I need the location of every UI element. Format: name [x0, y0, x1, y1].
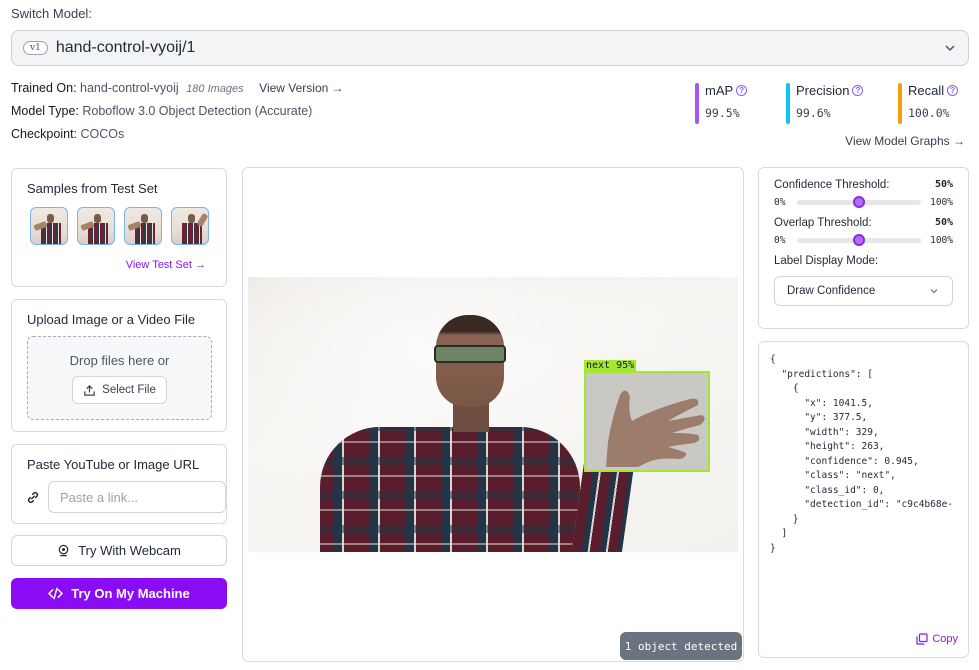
- slider-max-label: 100%: [930, 197, 953, 208]
- overlap-label: Overlap Threshold:: [774, 217, 872, 229]
- model-type-label: Model Type:: [11, 104, 79, 118]
- metric-map: mAP? 99.5%: [695, 83, 748, 124]
- metric-value: 99.6%: [796, 106, 831, 120]
- switch-model-label: Switch Model:: [11, 6, 92, 21]
- upload-title: Upload Image or a Video File: [27, 312, 196, 327]
- person-torso: [320, 427, 580, 552]
- link-icon: [28, 491, 38, 503]
- confidence-slider-handle[interactable]: [853, 196, 866, 208]
- slider-max-label: 100%: [930, 235, 953, 246]
- detection-bounding-box: [584, 371, 710, 472]
- settings-card: Confidence Threshold: 50% 0% 100% Overla…: [758, 167, 969, 329]
- metric-name: Recall: [908, 83, 945, 98]
- webcam-icon: [58, 544, 69, 557]
- sample-thumbnail[interactable]: [77, 207, 115, 245]
- model-type-row: Model Type: Roboflow 3.0 Object Detectio…: [11, 104, 312, 118]
- json-output: { "predictions": [ { "x": 1041.5, "y": 3…: [770, 354, 954, 554]
- metric-value: 100.0%: [908, 106, 950, 120]
- label-display-mode-select[interactable]: Draw Confidence: [774, 276, 953, 306]
- metric-precision: Precision? 99.6%: [786, 83, 864, 124]
- confidence-label: Confidence Threshold:: [774, 179, 890, 191]
- copy-icon: [916, 633, 928, 645]
- samples-card: Samples from Test Set View Test Set →: [11, 168, 227, 287]
- detection-status-badge: 1 object detected: [620, 632, 742, 660]
- trained-on-label: Trained On:: [11, 81, 77, 95]
- machine-label: Try On My Machine: [71, 586, 190, 601]
- checkpoint-value: COCOs: [80, 127, 125, 141]
- try-webcam-button[interactable]: Try With Webcam: [11, 535, 227, 566]
- code-icon: [48, 587, 64, 600]
- help-icon[interactable]: ?: [736, 85, 748, 96]
- select-file-label: Select File: [102, 384, 156, 396]
- sample-thumbnail[interactable]: [171, 207, 209, 245]
- help-icon[interactable]: ?: [852, 85, 864, 96]
- inference-image: next 95%: [248, 277, 738, 552]
- url-card: Paste YouTube or Image URL: [11, 444, 227, 524]
- sample-thumbnail[interactable]: [124, 207, 162, 245]
- model-type-value: Roboflow 3.0 Object Detection (Accurate): [82, 104, 313, 118]
- model-select-dropdown[interactable]: v1 hand-control-vyoij/1: [11, 30, 969, 66]
- try-on-my-machine-button[interactable]: Try On My Machine: [11, 578, 227, 609]
- label-mode-label: Label Display Mode:: [774, 255, 879, 267]
- upload-card: Upload Image or a Video File Drop files …: [11, 299, 227, 432]
- file-dropzone[interactable]: Drop files here or Select File: [27, 336, 212, 420]
- person-glasses: [434, 345, 506, 363]
- webcam-label: Try With Webcam: [78, 543, 181, 558]
- metric-name: mAP: [705, 83, 734, 98]
- hand-shape: [606, 390, 705, 467]
- help-icon[interactable]: ?: [947, 85, 959, 96]
- view-test-set-link[interactable]: View Test Set →: [126, 259, 206, 271]
- overlap-value: 50%: [934, 217, 953, 228]
- model-name: hand-control-vyoij/1: [55, 39, 196, 56]
- metric-color-bar: [786, 83, 790, 124]
- checkpoint-row: Checkpoint: COCOs: [11, 127, 124, 141]
- copy-button[interactable]: Copy: [916, 633, 958, 645]
- json-output-card: { "predictions": [ { "x": 1041.5, "y": 3…: [758, 341, 969, 658]
- copy-label: Copy: [932, 633, 958, 645]
- metric-name: Precision: [796, 83, 850, 98]
- overlap-slider-handle[interactable]: [853, 234, 866, 246]
- url-input[interactable]: [48, 481, 226, 513]
- drop-text: Drop files here or: [69, 353, 170, 368]
- overlap-slider[interactable]: [797, 234, 922, 246]
- slider-min-label: 0%: [774, 197, 786, 208]
- chevron-down-icon: [930, 289, 938, 294]
- upload-icon: [84, 384, 95, 396]
- url-title: Paste YouTube or Image URL: [27, 457, 200, 472]
- detection-label: next 95%: [584, 360, 637, 372]
- metric-recall: Recall? 100.0%: [898, 83, 959, 124]
- trained-on-row: Trained On: hand-control-vyoij 180 Image…: [11, 81, 344, 95]
- trained-on-value: hand-control-vyoij: [80, 81, 179, 95]
- metric-color-bar: [898, 83, 902, 124]
- checkpoint-label: Checkpoint:: [11, 127, 78, 141]
- version-badge: v1: [23, 41, 48, 55]
- metric-color-bar: [695, 83, 699, 124]
- view-model-graphs-link[interactable]: View Model Graphs →: [845, 134, 965, 148]
- sample-thumbnail[interactable]: [30, 207, 68, 245]
- metric-value: 99.5%: [705, 106, 740, 120]
- label-mode-value: Draw Confidence: [787, 285, 876, 297]
- slider-min-label: 0%: [774, 235, 786, 246]
- confidence-value: 50%: [934, 179, 953, 190]
- confidence-slider[interactable]: [797, 196, 922, 208]
- samples-title: Samples from Test Set: [27, 181, 158, 196]
- image-count: 180 Images: [186, 83, 244, 95]
- view-version-link[interactable]: View Version →: [259, 81, 344, 95]
- chevron-down-icon: [945, 45, 955, 52]
- select-file-button[interactable]: Select File: [72, 376, 167, 404]
- sample-thumbnails: [30, 207, 226, 245]
